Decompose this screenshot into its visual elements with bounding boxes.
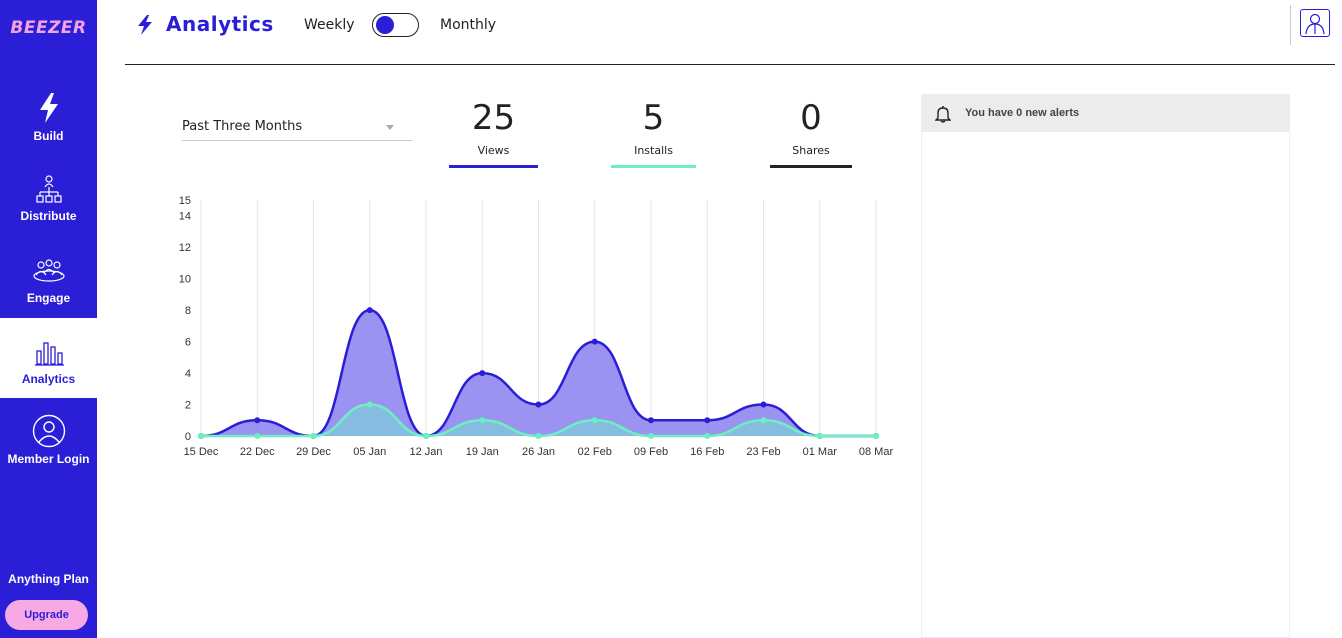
period-select[interactable]: Past Three Months bbox=[182, 112, 412, 141]
toggle-label-weekly[interactable]: Weekly bbox=[304, 17, 355, 33]
bolt-icon bbox=[0, 91, 97, 125]
sidebar-item-label: Distribute bbox=[20, 209, 77, 223]
x-tick-label: 12 Jan bbox=[409, 446, 442, 458]
brand-logo[interactable]: BEEZER bbox=[0, 18, 97, 38]
bolt-icon bbox=[137, 15, 153, 35]
y-tick-label: 2 bbox=[185, 400, 191, 412]
x-tick-label: 09 Feb bbox=[634, 446, 668, 458]
x-tick-label: 22 Dec bbox=[240, 446, 275, 458]
bell-icon bbox=[935, 106, 951, 123]
stat-underline bbox=[611, 165, 696, 168]
data-point-installs bbox=[816, 433, 823, 439]
data-point-installs bbox=[366, 401, 373, 408]
stat-installs[interactable]: 5 Installs bbox=[611, 98, 696, 168]
sidebar-item-analytics[interactable]: Analytics bbox=[0, 318, 97, 398]
y-tick-label: 6 bbox=[185, 337, 191, 349]
account-button[interactable] bbox=[1300, 9, 1330, 37]
stat-value: 5 bbox=[642, 98, 665, 138]
group-icon bbox=[0, 254, 97, 288]
stat-value: 25 bbox=[471, 98, 516, 138]
data-point-views bbox=[479, 370, 486, 377]
sidebar: BEEZER Build Distribute Engage Analytics… bbox=[0, 0, 97, 638]
x-tick-label: 05 Jan bbox=[353, 446, 386, 458]
data-point-installs bbox=[760, 417, 767, 424]
data-point-views bbox=[591, 338, 598, 345]
y-tick-label: 14 bbox=[179, 211, 191, 223]
y-tick-label: 12 bbox=[179, 242, 191, 254]
weekly-monthly-toggle[interactable] bbox=[372, 13, 419, 37]
sidebar-item-distribute[interactable]: Distribute bbox=[0, 167, 97, 247]
stat-underline bbox=[770, 165, 852, 168]
stat-label: Views bbox=[477, 144, 510, 157]
data-point-installs bbox=[310, 433, 317, 439]
stat-value: 0 bbox=[800, 98, 822, 138]
header-separator bbox=[125, 64, 1335, 65]
stat-shares[interactable]: 0 Shares bbox=[770, 98, 852, 168]
upgrade-button[interactable]: Upgrade bbox=[5, 600, 88, 630]
data-point-installs bbox=[198, 433, 204, 439]
data-point-views bbox=[648, 417, 654, 424]
y-tick-label: 15 bbox=[179, 195, 191, 207]
bar-chart-icon bbox=[0, 336, 97, 370]
x-tick-label: 19 Jan bbox=[466, 446, 499, 458]
toggle-knob bbox=[376, 16, 394, 34]
user-circle-icon bbox=[0, 414, 97, 448]
sidebar-item-build[interactable]: Build bbox=[0, 87, 97, 167]
toggle-label-monthly[interactable]: Monthly bbox=[440, 17, 496, 33]
data-point-installs bbox=[591, 417, 598, 424]
page-title: Analytics bbox=[166, 12, 274, 36]
data-point-views bbox=[254, 417, 261, 424]
data-point-installs bbox=[648, 433, 654, 439]
alerts-message: You have 0 new alerts bbox=[965, 107, 1080, 119]
x-tick-label: 23 Feb bbox=[746, 446, 780, 458]
data-point-views bbox=[535, 401, 542, 408]
sidebar-item-label: Analytics bbox=[21, 372, 76, 386]
x-tick-label: 29 Dec bbox=[296, 446, 331, 458]
x-tick-label: 16 Feb bbox=[690, 446, 724, 458]
sidebar-item-label: Build bbox=[33, 129, 64, 143]
x-tick-label: 01 Mar bbox=[803, 446, 838, 458]
data-point-installs bbox=[535, 433, 542, 439]
data-point-installs bbox=[704, 433, 711, 439]
data-point-installs bbox=[479, 417, 486, 424]
y-tick-label: 4 bbox=[185, 368, 191, 380]
data-point-views bbox=[704, 417, 711, 424]
chevron-down-icon bbox=[386, 125, 394, 130]
stat-label: Installs bbox=[634, 144, 673, 157]
period-select-value: Past Three Months bbox=[182, 119, 303, 134]
y-tick-label: 0 bbox=[185, 431, 191, 443]
y-tick-label: 8 bbox=[185, 305, 191, 317]
sidebar-item-engage[interactable]: Engage bbox=[0, 248, 97, 328]
stat-views[interactable]: 25 Views bbox=[449, 98, 538, 168]
analytics-chart: 0 2 4 6 8 10 12 14 15 15 Dec 22 Dec 29 Dec 05 Jan 12 … bbox=[179, 195, 894, 458]
data-point-installs bbox=[423, 433, 429, 439]
y-tick-label: 10 bbox=[179, 274, 191, 286]
data-point-installs bbox=[873, 433, 879, 439]
alerts-panel: You have 0 new alerts bbox=[921, 94, 1290, 638]
x-tick-label: 02 Feb bbox=[578, 446, 612, 458]
sidebar-item-label: Engage bbox=[26, 291, 71, 305]
data-point-installs bbox=[254, 433, 261, 439]
x-tick-label: 08 Mar bbox=[859, 446, 894, 458]
org-chart-icon bbox=[0, 173, 97, 207]
stat-label: Shares bbox=[792, 144, 830, 157]
sidebar-item-member-login[interactable]: Member Login bbox=[0, 410, 97, 490]
x-tick-label: 26 Jan bbox=[522, 446, 555, 458]
header-divider bbox=[1290, 5, 1291, 45]
data-point-views bbox=[366, 307, 373, 314]
app-root: BEEZER Build Distribute Engage Analytics… bbox=[0, 0, 1342, 638]
x-tick-label: 15 Dec bbox=[184, 446, 219, 458]
avatar-icon bbox=[1305, 13, 1325, 35]
stat-underline bbox=[449, 165, 538, 168]
plan-name: Anything Plan bbox=[8, 572, 89, 586]
data-point-views bbox=[760, 401, 767, 408]
alerts-header: You have 0 new alerts bbox=[922, 95, 1290, 132]
sidebar-item-label: Member Login bbox=[7, 452, 90, 466]
